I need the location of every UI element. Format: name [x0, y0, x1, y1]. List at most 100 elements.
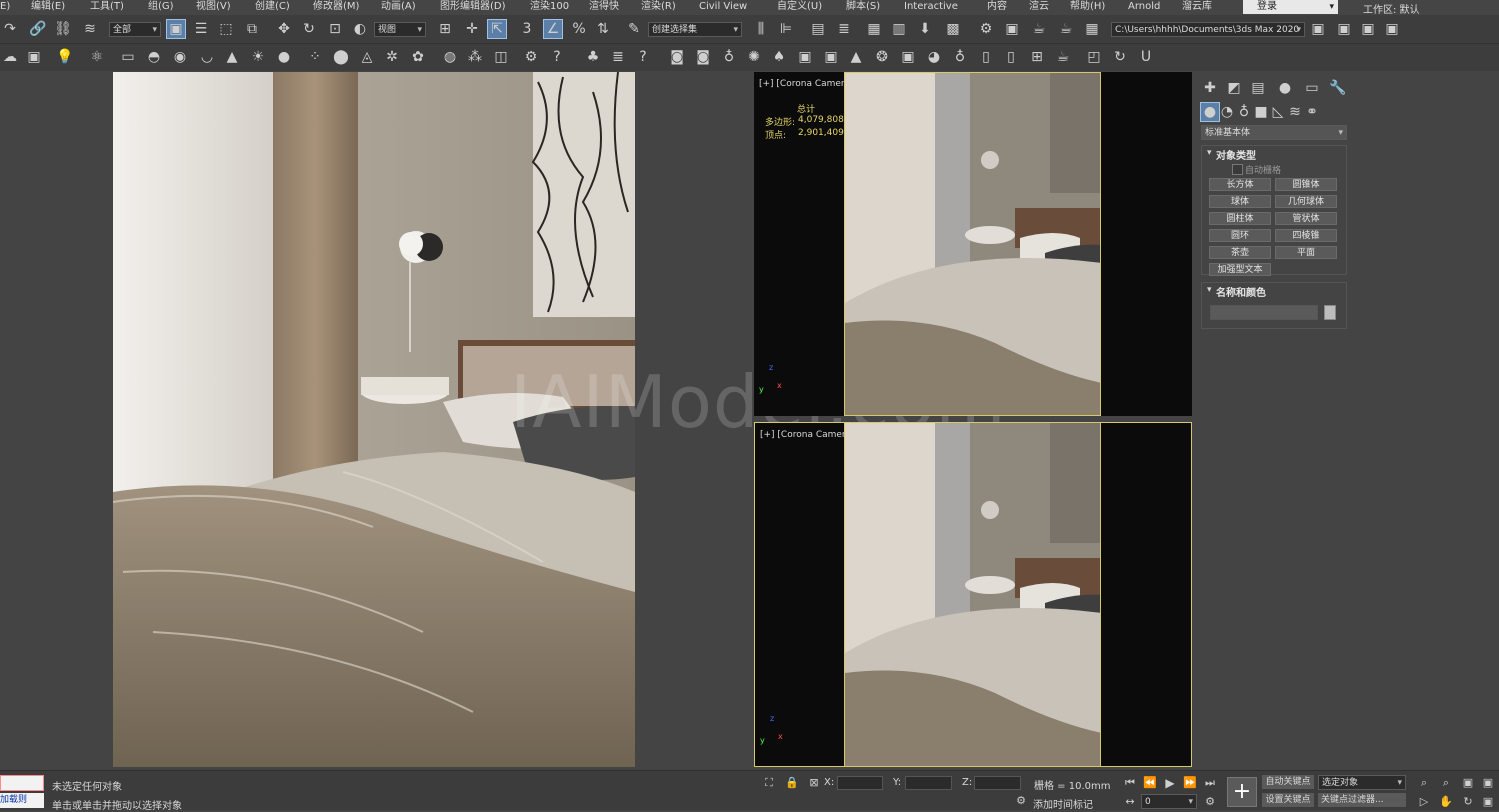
pan-icon[interactable]: ✋	[1436, 792, 1456, 812]
sphere-light-icon[interactable]: ●	[274, 47, 294, 67]
light-icon[interactable]: 💡	[55, 47, 75, 67]
play-icon[interactable]: ▶	[1160, 773, 1180, 793]
ref-coord-dropdown[interactable]: 视图	[374, 22, 426, 37]
menu-item-civil-view[interactable]: Civil View	[699, 1, 747, 13]
plane-object-icon[interactable]: ▭	[118, 47, 138, 67]
menu-item-edit[interactable]: 编辑(E)	[31, 1, 65, 13]
render-setup-icon[interactable]: ⚙	[976, 19, 996, 39]
menu-item-animation[interactable]: 动画(A)	[381, 1, 416, 13]
tree-object-icon[interactable]: ▲	[846, 47, 866, 67]
render-production-icon[interactable]: ☕	[1029, 19, 1049, 39]
percent-snap-icon[interactable]: %	[569, 19, 589, 39]
project-new-icon[interactable]: ▣	[1334, 19, 1354, 39]
previous-frame-icon[interactable]: ⏪	[1140, 773, 1160, 793]
window-crossing-icon[interactable]: ⧉	[242, 19, 262, 39]
zoom-extents-icon[interactable]: ▣	[1458, 773, 1478, 793]
ribbon-icon[interactable]: ▦	[864, 19, 884, 39]
pyramid-button[interactable]: 四棱锥	[1275, 229, 1337, 242]
menu-item-scripting[interactable]: 脚本(S)	[846, 1, 880, 13]
workspace-selector[interactable]: 工作区: 默认	[1363, 1, 1420, 16]
select-manipulate-icon[interactable]: ✛	[462, 19, 482, 39]
menu-item-create[interactable]: 创建(C)	[255, 1, 290, 13]
mirror-icon[interactable]: ⫼	[751, 19, 771, 39]
video-camera-icon[interactable]: ◙	[693, 47, 713, 67]
pine-tree-icon[interactable]: ♠	[769, 47, 789, 67]
project-open-icon[interactable]: ▣	[1358, 19, 1378, 39]
cone-button[interactable]: 圆锥体	[1275, 178, 1337, 191]
go-to-start-icon[interactable]: ⏮	[1120, 773, 1140, 793]
curve-editor-icon[interactable]: ▥	[889, 19, 909, 39]
help-icon[interactable]: ?	[547, 47, 567, 67]
image-icon[interactable]: ▣	[821, 47, 841, 67]
triangle-icon[interactable]: ◬	[357, 47, 377, 67]
project-save-icon[interactable]: ▣	[1382, 19, 1402, 39]
login-dropdown[interactable]: 登录 ▾	[1243, 0, 1338, 14]
z-coordinate-field[interactable]	[974, 776, 1021, 790]
menu-item-graph-editors[interactable]: 图形编辑器(D)	[440, 1, 506, 13]
camera-icon[interactable]: ◙	[667, 47, 687, 67]
rollout-collapse-icon[interactable]: ▾	[1207, 148, 1212, 158]
refresh-icon[interactable]: ↻	[1110, 47, 1130, 67]
render-iterative-icon[interactable]: ☕	[1056, 19, 1076, 39]
layout-icon[interactable]: ◰	[1084, 47, 1104, 67]
name-color-title[interactable]: 名称和颜色	[1216, 284, 1266, 299]
box-button[interactable]: 长方体	[1209, 178, 1271, 191]
move-icon[interactable]: ✥	[274, 19, 294, 39]
cylinder-button[interactable]: 圆柱体	[1209, 212, 1271, 225]
menu-item-render-fast[interactable]: 渲得快	[589, 1, 619, 13]
set-key-plus-icon[interactable]: +	[1227, 777, 1257, 807]
teapot-icon[interactable]: ☕	[1053, 47, 1073, 67]
teapot-button[interactable]: 茶壶	[1209, 246, 1271, 259]
script-label[interactable]: 加载则	[0, 793, 44, 808]
info-icon[interactable]: ?	[633, 47, 653, 67]
modify-tab-icon[interactable]: ◩	[1224, 78, 1244, 98]
menu-item-content[interactable]: 内容	[987, 1, 1007, 13]
display-tab-icon[interactable]: ▭	[1302, 78, 1322, 98]
zoom-extents-all-icon[interactable]: ▣	[1478, 773, 1498, 793]
plant-icon[interactable]: ✿	[408, 47, 428, 67]
current-frame-spinner[interactable]: 0	[1141, 794, 1197, 809]
go-to-end-icon[interactable]: ⏭	[1200, 773, 1220, 793]
select-by-name-icon[interactable]: ☰	[191, 19, 211, 39]
schematic-view-icon[interactable]: ⬇	[915, 19, 935, 39]
tube-button[interactable]: 管状体	[1275, 212, 1337, 225]
menu-item-arnold[interactable]: Arnold	[1128, 1, 1160, 13]
scene-explorer-icon[interactable]: ▤	[808, 19, 828, 39]
list-icon[interactable]: ≣	[608, 47, 628, 67]
absolute-mode-icon[interactable]: ⊠	[804, 773, 824, 793]
viewport-top[interactable]: [+] [Corona Camera001] [用户定义] [面] 总计 多边形…	[754, 72, 1192, 416]
lamp-icon[interactable]: ♁	[950, 47, 970, 67]
link-icon[interactable]: 🔗	[28, 19, 48, 39]
color-palette-icon[interactable]: ⁂	[465, 47, 485, 67]
x-coordinate-field[interactable]	[837, 776, 883, 790]
sun-icon[interactable]: ☀	[248, 47, 268, 67]
create-tab-icon[interactable]: ✚	[1200, 78, 1220, 98]
frame-buffer-icon[interactable]: ▣	[24, 47, 44, 67]
angle-snap-icon[interactable]: ∠	[543, 19, 563, 39]
auto-key-button[interactable]: 自动关键点	[1262, 775, 1314, 789]
cone-light-icon[interactable]: ▲	[222, 47, 242, 67]
picture-icon[interactable]: ▣	[898, 47, 918, 67]
rotate-icon[interactable]: ↻	[299, 19, 319, 39]
sphere-button[interactable]: 球体	[1209, 195, 1271, 208]
render-cloud-icon[interactable]: ▦	[1082, 19, 1102, 39]
place-icon[interactable]: ◐	[350, 19, 370, 39]
bowl-icon[interactable]: ◡	[197, 47, 217, 67]
menu-item-render100[interactable]: 渲染100	[530, 1, 569, 13]
redo-icon[interactable]: ↷	[0, 19, 20, 39]
menu-item-rendering[interactable]: 渲染(R)	[641, 1, 676, 13]
plugin-icon[interactable]: U	[1136, 47, 1156, 67]
menu-item-edit-partial[interactable]: E)	[0, 1, 10, 13]
autogrid-checkbox[interactable]	[1232, 164, 1243, 175]
torus-button[interactable]: 圆环	[1209, 229, 1271, 242]
unlink-icon[interactable]: ⛓	[53, 19, 73, 39]
viewport-bottom[interactable]: [+] [Corona Camera001] [用户定义] [默认明暗处理] z…	[754, 422, 1192, 767]
category-dropdown[interactable]: 标准基本体	[1201, 125, 1347, 140]
plane-button[interactable]: 平面	[1275, 246, 1337, 259]
set-key-button[interactable]: 设置关键点	[1262, 793, 1314, 807]
rollout-collapse-icon-2[interactable]: ▾	[1207, 285, 1212, 295]
y-coordinate-field[interactable]	[905, 776, 952, 790]
menu-item-cloud-render[interactable]: 渲云	[1029, 1, 1049, 13]
menu-item-interactive[interactable]: Interactive	[904, 1, 958, 13]
scale-icon[interactable]: ⊡	[325, 19, 345, 39]
